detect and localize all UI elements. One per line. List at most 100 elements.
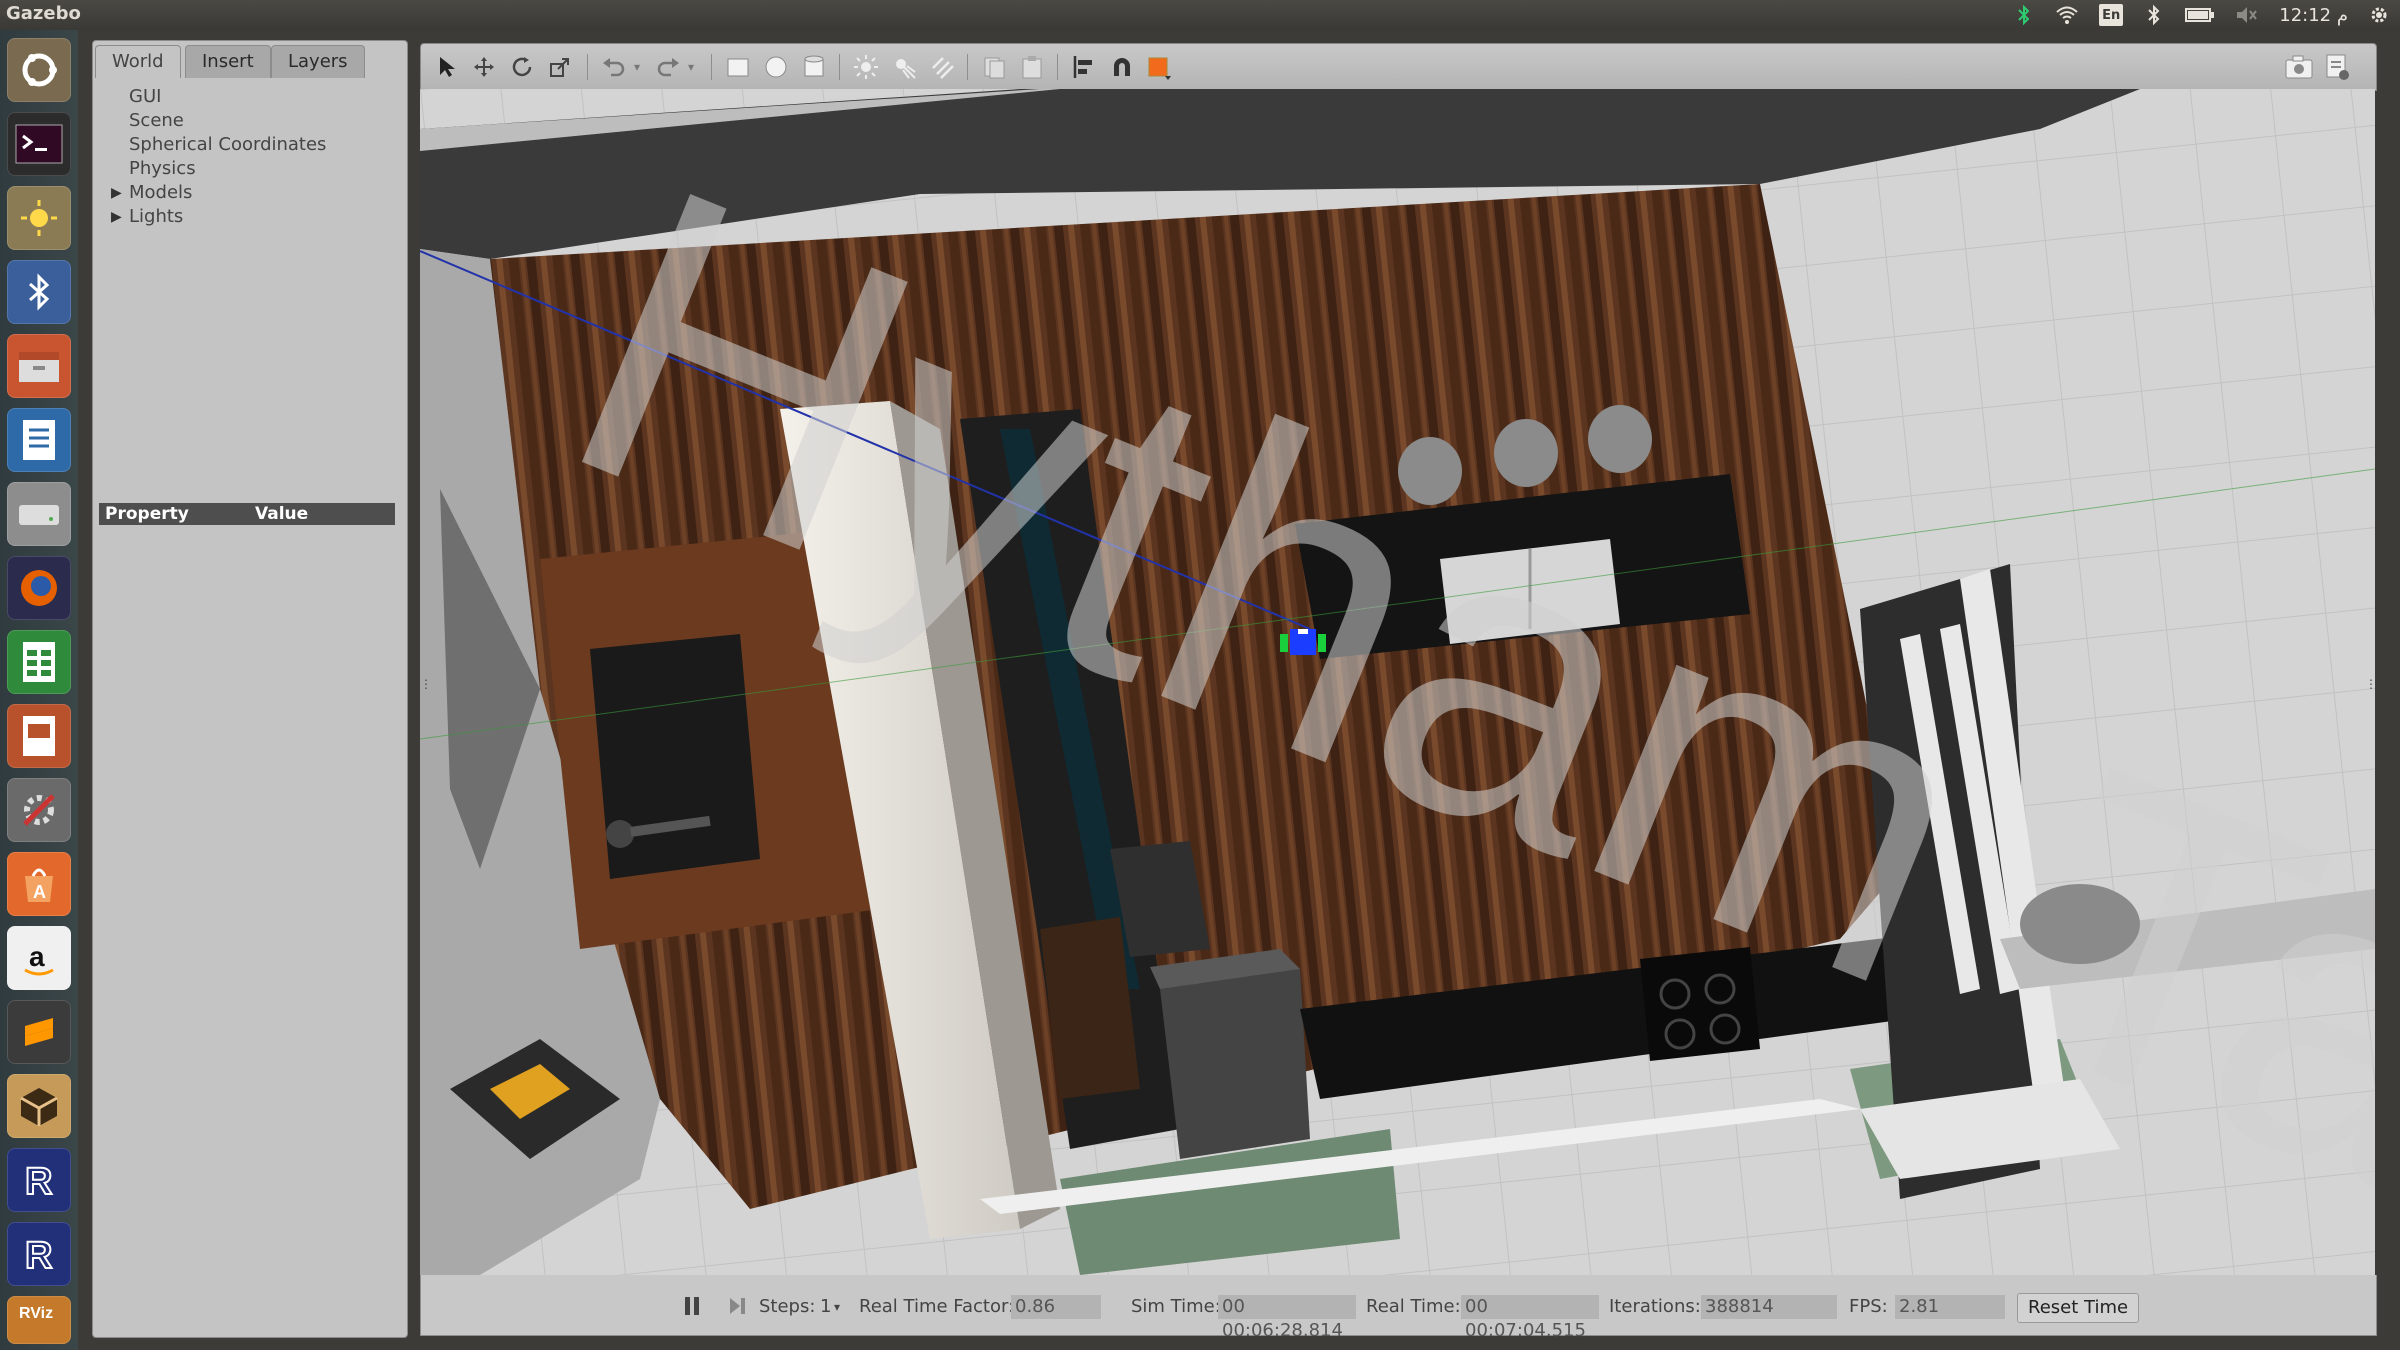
right-splitter-handle[interactable]: ⋮: [2365, 677, 2375, 693]
sphere-shape-icon[interactable]: [761, 52, 791, 82]
iterations-field: 388814: [1701, 1295, 1837, 1319]
log-data-icon[interactable]: [2322, 52, 2352, 82]
step-icon[interactable]: [727, 1295, 749, 1319]
directional-light-icon[interactable]: [927, 52, 957, 82]
steps-label: Steps:: [759, 1296, 816, 1317]
disk-icon[interactable]: [7, 482, 71, 546]
expand-arrow-icon[interactable]: ▶: [111, 205, 122, 229]
sim-time-label: Sim Time:: [1131, 1296, 1221, 1317]
select-arrow-icon[interactable]: [433, 52, 463, 82]
bluetooth-icon[interactable]: [2013, 4, 2035, 26]
keyboard-icon[interactable]: En: [2099, 4, 2124, 26]
rotate-icon[interactable]: [507, 52, 537, 82]
toolbar: ▾ ▾: [420, 43, 2377, 91]
rviz-icon-c[interactable]: RViz: [7, 1296, 71, 1344]
tree-item-gui[interactable]: GUI: [93, 85, 407, 109]
spot-light-icon[interactable]: [889, 52, 919, 82]
svg-text:RViz: RViz: [19, 1305, 53, 1322]
svg-text:a: a: [29, 941, 45, 972]
clock[interactable]: م 12:12: [2279, 4, 2348, 26]
rviz-icon-b[interactable]: R: [7, 1222, 71, 1286]
launcher: A a R R RViz: [0, 30, 78, 1350]
amazon-icon[interactable]: a: [7, 926, 71, 990]
ubuntu-dash-icon[interactable]: [7, 38, 71, 102]
screenshot-camera-icon[interactable]: [2284, 52, 2314, 82]
firefox-icon[interactable]: [7, 556, 71, 620]
box-shape-icon[interactable]: [723, 52, 753, 82]
tab-insert[interactable]: Insert: [185, 45, 271, 78]
tree-item-models[interactable]: ▶ Models: [93, 181, 407, 205]
paste-icon[interactable]: [1017, 52, 1047, 82]
top-panel: Gazebo En م 12:12: [0, 0, 2400, 30]
scene-render: Hytham Tag: [420, 89, 2375, 1275]
fps-label: FPS:: [1849, 1296, 1888, 1317]
tree-item-label: Models: [129, 182, 193, 203]
tree-item-label: Spherical Coordinates: [129, 134, 327, 155]
box-icon[interactable]: [7, 1074, 71, 1138]
cylinder-shape-icon[interactable]: [799, 52, 829, 82]
tree-item-label: Physics: [129, 158, 196, 179]
value-column-header: Value: [255, 504, 309, 524]
svg-text:A: A: [33, 882, 46, 902]
tree-item-scene[interactable]: Scene: [93, 109, 407, 133]
writer-icon[interactable]: [7, 408, 71, 472]
property-table-header: Property Value: [99, 503, 395, 525]
gear-icon[interactable]: [2368, 4, 2390, 26]
align-icon[interactable]: [1069, 52, 1099, 82]
copy-icon[interactable]: [979, 52, 1009, 82]
tree-item-spherical-coordinates[interactable]: Spherical Coordinates: [93, 133, 407, 157]
real-time-factor-label: Real Time Factor:: [859, 1296, 1015, 1317]
redo-icon[interactable]: [653, 52, 683, 82]
point-light-icon[interactable]: [851, 52, 881, 82]
tree-item-label: Scene: [129, 110, 184, 131]
software-center-icon[interactable]: A: [7, 852, 71, 916]
scene-viewport[interactable]: Hytham Tag ⋮ ⋮: [420, 89, 2375, 1275]
pause-icon[interactable]: [683, 1295, 701, 1319]
tab-world[interactable]: World: [95, 45, 181, 78]
change-view-icon[interactable]: [1145, 52, 1175, 82]
bluetooth-status-icon[interactable]: [2143, 4, 2165, 26]
fps-field: 2.81: [1895, 1295, 2005, 1319]
wifi-icon[interactable]: [2055, 4, 2079, 26]
expand-arrow-icon[interactable]: ▶: [111, 181, 122, 205]
tab-layers[interactable]: Layers: [271, 45, 365, 78]
tree-item-label: Lights: [129, 206, 184, 227]
tools-icon[interactable]: [7, 778, 71, 842]
steps-value[interactable]: 1: [820, 1295, 831, 1319]
property-column-header: Property: [105, 504, 189, 524]
real-time-label: Real Time:: [1366, 1296, 1461, 1317]
tree-item-label: GUI: [129, 86, 162, 107]
scale-icon[interactable]: [545, 52, 575, 82]
system-settings-icon[interactable]: [7, 186, 71, 250]
tree-item-lights[interactable]: ▶ Lights: [93, 205, 407, 229]
calc-icon[interactable]: [7, 630, 71, 694]
bluetooth-app-icon[interactable]: [7, 260, 71, 324]
undo-dropdown-icon[interactable]: ▾: [629, 52, 645, 82]
status-bar: Steps: 1 ▾ Real Time Factor: 0.86 Sim Ti…: [420, 1275, 2377, 1341]
left-splitter-handle[interactable]: ⋮: [420, 677, 432, 693]
snap-magnet-icon[interactable]: [1107, 52, 1137, 82]
real-time-field: 00 00:07:04.515: [1461, 1295, 1599, 1341]
sublime-icon[interactable]: [7, 1000, 71, 1064]
iterations-label: Iterations:: [1609, 1296, 1701, 1317]
reset-time-button[interactable]: Reset Time: [2017, 1293, 2140, 1323]
steps-dropdown-icon[interactable]: ▾: [834, 1295, 840, 1319]
real-time-factor-field: 0.86: [1011, 1295, 1101, 1319]
terminal-icon[interactable]: [7, 112, 71, 176]
svg-text:R: R: [25, 1161, 52, 1202]
impress-icon[interactable]: [7, 704, 71, 768]
left-panel: World Insert Layers GUI Scene Spherical …: [92, 40, 408, 1338]
indicator-area: En م 12:12: [2013, 2, 2390, 28]
left-tabbar: World Insert Layers: [93, 41, 407, 81]
svg-text:R: R: [25, 1235, 52, 1276]
world-tree: GUI Scene Spherical Coordinates Physics …: [93, 85, 407, 229]
redo-dropdown-icon[interactable]: ▾: [683, 52, 699, 82]
volume-icon[interactable]: [2235, 4, 2259, 26]
rviz-icon-a[interactable]: R: [7, 1148, 71, 1212]
undo-icon[interactable]: [599, 52, 629, 82]
battery-icon[interactable]: [2185, 4, 2215, 26]
tree-item-physics[interactable]: Physics: [93, 157, 407, 181]
files-icon[interactable]: [7, 334, 71, 398]
app-title: Gazebo: [6, 3, 81, 24]
translate-icon[interactable]: [469, 52, 499, 82]
